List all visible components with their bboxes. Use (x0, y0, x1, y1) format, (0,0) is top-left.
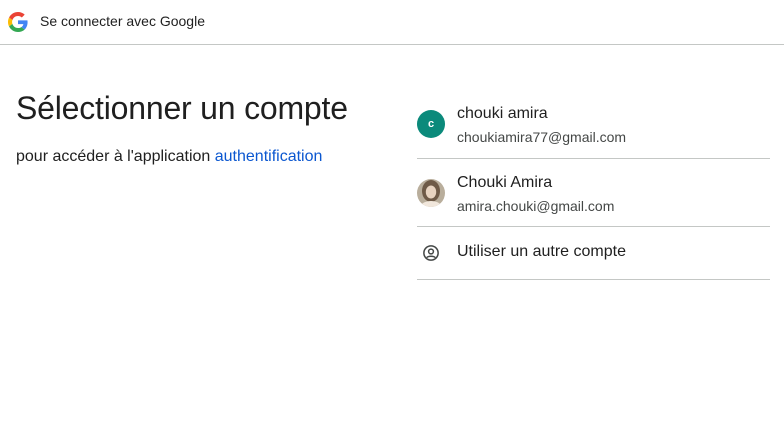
subtitle: pour accéder à l'application authentific… (16, 148, 322, 166)
account-name: chouki amira (457, 105, 548, 122)
account-list: c chouki amira choukiamira77@gmail.com C… (417, 90, 770, 280)
account-circle-icon (423, 245, 439, 261)
account-email: amira.chouki@gmail.com (457, 198, 615, 214)
account-name: Chouki Amira (457, 174, 553, 191)
account-email: choukiamira77@gmail.com (457, 129, 627, 145)
google-logo-icon (8, 12, 28, 32)
top-bar: Se connecter avec Google (0, 0, 784, 45)
subtitle-text: pour accéder à l'application (16, 148, 211, 165)
avatar: c (417, 110, 445, 138)
app-name-link[interactable]: authentification (215, 148, 323, 165)
profile-photo-icon (417, 179, 445, 207)
page-title: Sélectionner un compte (16, 90, 348, 126)
account-item-amira-chouki[interactable]: Chouki Amira amira.chouki@gmail.com (417, 159, 770, 227)
avatar (417, 179, 445, 207)
use-another-account-label: Utiliser un autre compte (457, 243, 626, 260)
use-another-account-button[interactable]: Utiliser un autre compte (417, 227, 770, 280)
header-title: Se connecter avec Google (40, 13, 205, 29)
account-item-chouki-amira[interactable]: c chouki amira choukiamira77@gmail.com (417, 90, 770, 159)
